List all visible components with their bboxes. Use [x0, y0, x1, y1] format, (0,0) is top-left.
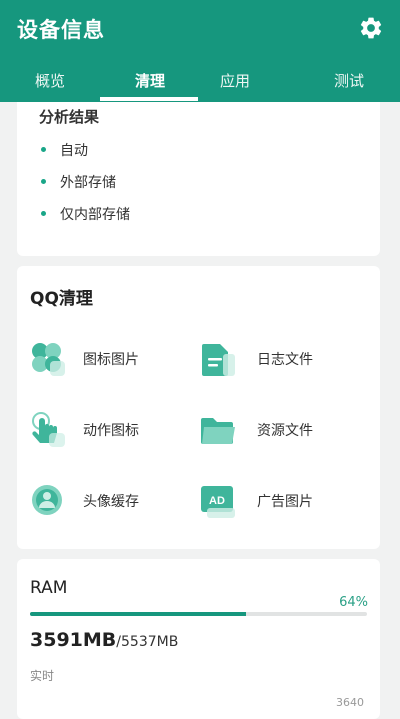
- ram-progress-fill: [30, 612, 246, 616]
- analysis-item-label: 仅内部存储: [60, 207, 130, 223]
- tab-bar: 概览 清理 应用 测试: [0, 62, 400, 102]
- ram-realtime-label: 实时: [30, 669, 55, 683]
- tab-apps[interactable]: 应用: [185, 62, 285, 102]
- ram-used-value: 3591MB: [30, 629, 117, 651]
- ad-image-icon: AD: [201, 486, 235, 518]
- tab-overview[interactable]: 概览: [0, 62, 100, 102]
- qq-item-resource-files[interactable]: 资源文件: [199, 411, 369, 451]
- active-tab-indicator: [100, 97, 198, 101]
- gear-icon[interactable]: [358, 15, 384, 41]
- qq-item-ad-images[interactable]: AD 广告图片: [199, 482, 369, 522]
- ram-card: RAM 64% 3591MB/5537MB 实时 3640: [17, 559, 380, 719]
- qq-item-avatar-cache[interactable]: 头像缓存: [29, 482, 199, 522]
- qq-item-label: 日志文件: [257, 352, 313, 368]
- ram-progress-bar: [30, 612, 367, 616]
- ram-total-value: /5537MB: [116, 634, 179, 650]
- ram-title: RAM: [30, 578, 68, 598]
- ram-usage: 3591MB/5537MB: [30, 629, 178, 651]
- qq-item-label: 头像缓存: [83, 494, 139, 510]
- bullet-icon: [41, 210, 46, 216]
- analysis-item-external[interactable]: 外部存储: [41, 172, 116, 194]
- svg-text:AD: AD: [209, 495, 225, 507]
- bullet-icon: [41, 146, 46, 152]
- qq-item-label: 广告图片: [257, 494, 313, 510]
- ram-axis-max-label: 3640: [336, 696, 364, 709]
- analysis-item-label: 外部存储: [60, 175, 116, 191]
- qq-item-label: 资源文件: [257, 423, 313, 439]
- qq-clean-title: QQ清理: [30, 289, 93, 309]
- app-title: 设备信息: [17, 18, 105, 42]
- qq-clean-card: QQ清理 图标图片 日志文件 动作图标 资源文件 头像缓存 AD 广告图片: [17, 266, 380, 549]
- qq-item-label: 动作图标: [83, 423, 139, 439]
- document-icon: [202, 344, 235, 376]
- avatar-icon: [32, 485, 62, 515]
- ram-percent: 64%: [339, 595, 368, 610]
- app-bar: 设备信息 概览 清理 应用 测试: [0, 0, 400, 102]
- tab-test[interactable]: 测试: [299, 62, 399, 102]
- analysis-item-auto[interactable]: 自动: [41, 140, 88, 162]
- bullet-icon: [41, 178, 46, 184]
- analysis-item-label: 自动: [60, 143, 88, 159]
- tap-hand-icon: [32, 412, 65, 447]
- analysis-title: 分析结果: [39, 108, 100, 126]
- qq-item-label: 图标图片: [83, 352, 139, 368]
- analysis-item-internal-only[interactable]: 仅内部存储: [41, 204, 130, 226]
- qq-item-action-icons[interactable]: 动作图标: [29, 411, 199, 451]
- folder-icon: [201, 418, 235, 444]
- qq-item-log-files[interactable]: 日志文件: [199, 340, 369, 380]
- analysis-card: 分析结果 自动 外部存储 仅内部存储: [17, 102, 380, 256]
- clover-icon: [32, 343, 65, 376]
- qq-item-icon-images[interactable]: 图标图片: [29, 340, 199, 380]
